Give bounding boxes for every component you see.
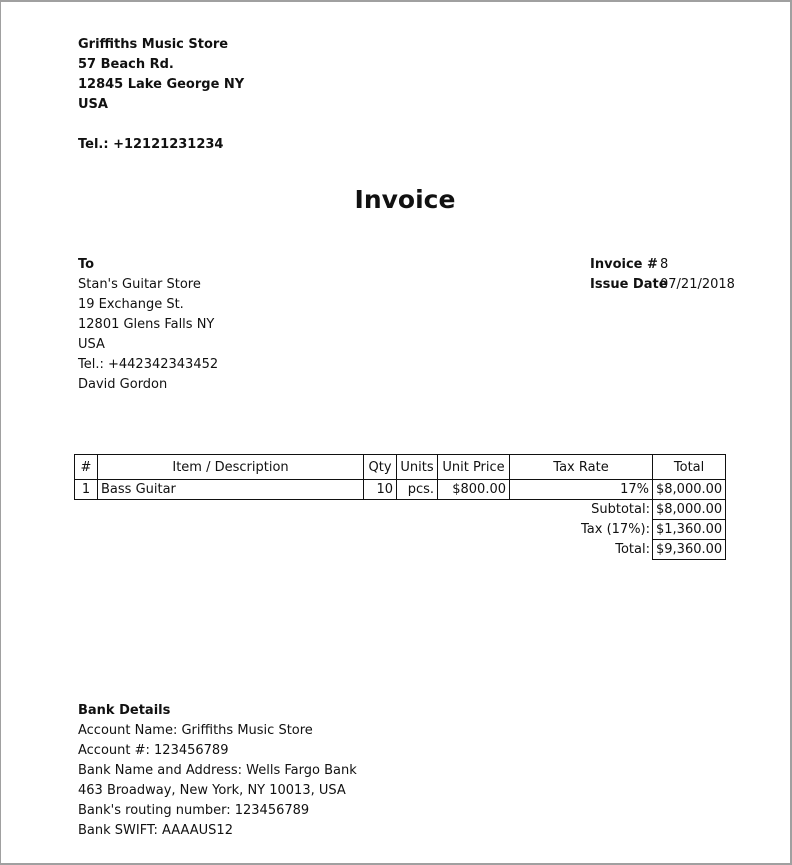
header-description: Item / Description bbox=[97, 454, 364, 480]
subtotal-label: Subtotal: bbox=[509, 499, 653, 520]
bank-details: Bank Details Account Name: Griffiths Mus… bbox=[78, 701, 357, 841]
bank-street-address: 463 Broadway, New York, NY 10013, USA bbox=[78, 783, 346, 798]
bank-account-number: Account #: 123456789 bbox=[78, 743, 229, 758]
row-number: 1 bbox=[74, 479, 98, 500]
grand-total-label: Total: bbox=[509, 539, 653, 560]
tax-value: $1,360.00 bbox=[651, 519, 727, 540]
header-tax-rate: Tax Rate bbox=[509, 454, 653, 480]
page-title: Invoice bbox=[354, 185, 456, 214]
tax-label: Tax (17%): bbox=[509, 519, 653, 540]
buyer-heading: To bbox=[78, 257, 95, 272]
issue-date-value: 07/21/2018 bbox=[660, 277, 735, 292]
seller-address: Griffiths Music Store 57 Beach Rd. 12845… bbox=[78, 35, 244, 155]
row-total: $8,000.00 bbox=[651, 479, 727, 500]
table-header-row: # Item / Description Qty Units Unit Pric… bbox=[74, 454, 727, 480]
invoice-meta: Invoice # 8 Issue Date 07/21/2018 bbox=[590, 255, 735, 295]
row-unit-price: $800.00 bbox=[437, 479, 510, 500]
tax-row: Tax (17%): $1,360.00 bbox=[75, 519, 727, 540]
buyer-street: 19 Exchange St. bbox=[78, 297, 184, 312]
invoice-number-value: 8 bbox=[660, 257, 669, 272]
bank-heading: Bank Details bbox=[78, 703, 171, 718]
seller-tel: Tel.: +12121231234 bbox=[78, 137, 224, 152]
buyer-tel: Tel.: +442342343452 bbox=[78, 357, 219, 372]
bank-account-name: Account Name: Griffiths Music Store bbox=[78, 723, 313, 738]
buyer-city: 12801 Glens Falls NY bbox=[78, 317, 215, 332]
seller-country: USA bbox=[78, 97, 108, 112]
subtotal-row: Subtotal: $8,000.00 bbox=[75, 499, 727, 520]
buyer-contact: David Gordon bbox=[78, 377, 168, 392]
header-number: # bbox=[74, 454, 98, 480]
issue-date-row: Issue Date 07/21/2018 bbox=[590, 275, 735, 295]
seller-city: 12845 Lake George NY bbox=[78, 77, 245, 92]
row-tax-rate: 17% bbox=[509, 479, 653, 500]
table-row: 1 Bass Guitar 10 pcs. $800.00 17% $8,000… bbox=[74, 479, 727, 500]
row-units: pcs. bbox=[396, 479, 438, 500]
seller-street: 57 Beach Rd. bbox=[78, 57, 174, 72]
grand-total-value: $9,360.00 bbox=[651, 539, 727, 560]
items-table: # Item / Description Qty Units Unit Pric… bbox=[74, 454, 727, 560]
buyer-country: USA bbox=[78, 337, 105, 352]
buyer-address: To Stan's Guitar Store 19 Exchange St. 1… bbox=[78, 255, 218, 395]
invoice-page: Griffiths Music Store 57 Beach Rd. 12845… bbox=[1, 2, 790, 863]
buyer-name: Stan's Guitar Store bbox=[78, 277, 201, 292]
bank-name-address: Bank Name and Address: Wells Fargo Bank bbox=[78, 763, 357, 778]
seller-name: Griffiths Music Store bbox=[78, 37, 229, 52]
header-units: Units bbox=[396, 454, 438, 480]
grand-total-row: Total: $9,360.00 bbox=[75, 539, 727, 560]
subtotal-value: $8,000.00 bbox=[651, 499, 727, 520]
issue-date-label: Issue Date bbox=[590, 277, 668, 292]
row-qty: 10 bbox=[363, 479, 397, 500]
header-total: Total bbox=[651, 454, 727, 480]
header-qty: Qty bbox=[363, 454, 397, 480]
invoice-number-label: Invoice # bbox=[590, 257, 658, 272]
invoice-number-row: Invoice # 8 bbox=[590, 255, 735, 275]
bank-routing-number: Bank's routing number: 123456789 bbox=[78, 803, 310, 818]
bank-swift: Bank SWIFT: AAAAUS12 bbox=[78, 823, 233, 838]
header-unit-price: Unit Price bbox=[437, 454, 510, 480]
row-description: Bass Guitar bbox=[97, 479, 364, 500]
